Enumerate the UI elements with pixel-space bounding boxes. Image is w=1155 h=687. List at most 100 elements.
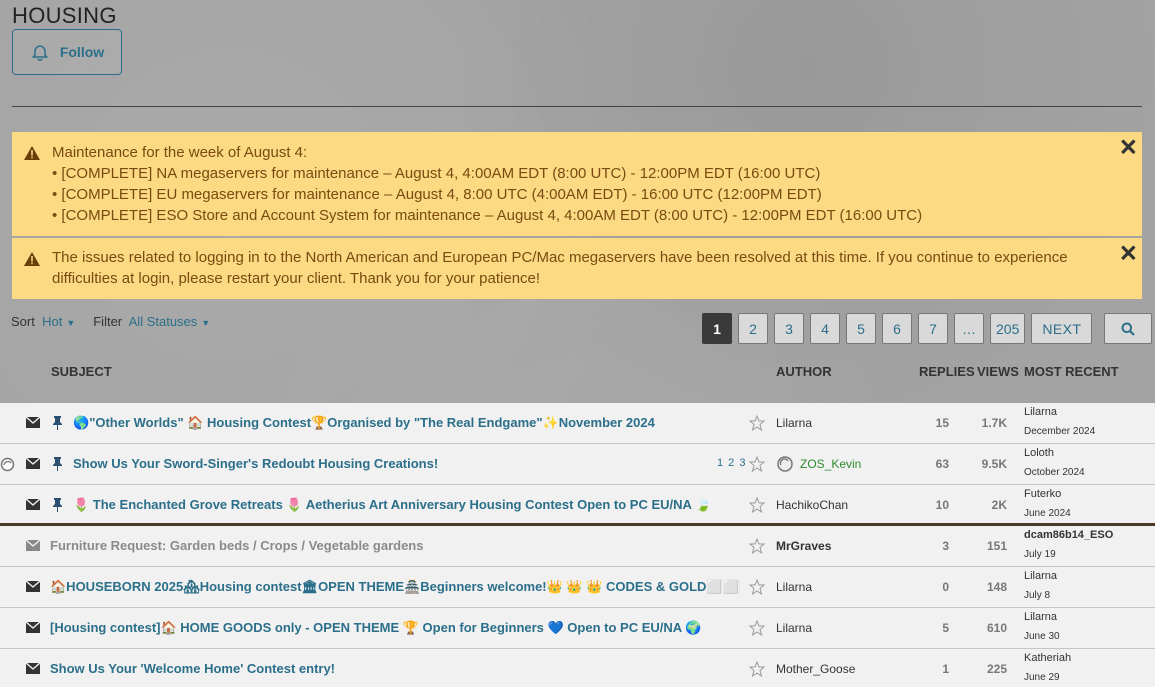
- star-icon[interactable]: [749, 538, 765, 554]
- close-icon[interactable]: 🗙: [1121, 136, 1136, 157]
- reply-count: 10: [935, 498, 949, 512]
- col-author[interactable]: AUTHOR: [776, 364, 832, 379]
- view-count: 148: [986, 580, 1007, 594]
- thread-author[interactable]: MrGraves: [776, 539, 831, 553]
- page-link[interactable]: 4: [810, 313, 840, 344]
- thread-title[interactable]: 🌷 The Enchanted Grove Retreats 🌷 Aetheri…: [73, 497, 711, 513]
- search-button[interactable]: [1104, 313, 1153, 344]
- recent-date[interactable]: June 2024: [1024, 508, 1071, 519]
- thread-title[interactable]: Furniture Request: Garden beds / Crops /…: [50, 538, 423, 553]
- sort-control[interactable]: Sort Hot ▼: [11, 314, 75, 329]
- pin-icon: [53, 416, 62, 430]
- filter-label: Filter: [93, 314, 123, 329]
- envelope-icon: [26, 417, 40, 428]
- page-link[interactable]: 5: [846, 313, 876, 344]
- recent-user[interactable]: Lilarna: [1024, 611, 1057, 623]
- avatar: [777, 456, 793, 472]
- pin-icon: [53, 498, 62, 512]
- sort-label: Sort: [11, 314, 35, 329]
- sort-value[interactable]: Hot: [42, 314, 62, 329]
- thread-author[interactable]: HachikoChan: [776, 498, 848, 512]
- maintenance-alert: Maintenance for the week of August 4: • …: [12, 132, 1142, 236]
- page-link[interactable]: 1: [702, 313, 732, 344]
- thread-author[interactable]: Lilarna: [776, 621, 812, 635]
- view-count: 225: [986, 662, 1007, 676]
- table-row[interactable]: 🌷 The Enchanted Grove Retreats 🌷 Aetheri…: [0, 485, 1155, 526]
- thread-title[interactable]: Show Us Your Sword-Singer's Redoubt Hous…: [73, 456, 438, 471]
- reply-count: 1: [942, 662, 949, 676]
- warning-icon: [24, 146, 40, 160]
- loading-icon: [0, 457, 15, 472]
- page-link[interactable]: 6: [882, 313, 912, 344]
- caret-down-icon: ▼: [66, 318, 76, 328]
- page-link[interactable]: 3: [774, 313, 804, 344]
- recent-user[interactable]: Katheriah: [1024, 652, 1071, 664]
- col-most-recent[interactable]: MOST RECENT: [1024, 364, 1119, 379]
- thread-title[interactable]: 🌎"Other Worlds" 🏠 Housing Contest🏆Organi…: [73, 415, 655, 431]
- table-header: SUBJECT AUTHOR REPLIES VIEWS MOST RECENT: [0, 364, 1155, 384]
- recent-user[interactable]: Futerko: [1024, 488, 1061, 500]
- pin-icon: [53, 457, 62, 471]
- filter-control[interactable]: Filter All Statuses ▼: [93, 314, 210, 329]
- col-views[interactable]: VIEWS: [977, 364, 1019, 379]
- star-icon[interactable]: [749, 620, 765, 636]
- recent-user[interactable]: Loloth: [1024, 447, 1054, 459]
- col-replies[interactable]: REPLIES: [919, 364, 975, 379]
- reply-count: 15: [935, 416, 949, 430]
- thread-author[interactable]: ZOS_Kevin: [800, 457, 861, 471]
- star-icon[interactable]: [749, 579, 765, 595]
- recent-date[interactable]: June 30: [1024, 631, 1060, 642]
- reply-count: 3: [942, 539, 949, 553]
- thread-author[interactable]: Lilarna: [776, 580, 812, 594]
- table-row[interactable]: [Housing contest]🏠 HOME GOODS only - OPE…: [0, 608, 1155, 649]
- thread-title[interactable]: Show Us Your 'Welcome Home' Contest entr…: [50, 661, 335, 676]
- recent-user[interactable]: Lilarna: [1024, 570, 1057, 582]
- page-link[interactable]: 205: [990, 313, 1026, 344]
- reply-count: 63: [935, 457, 949, 471]
- star-icon[interactable]: [749, 497, 765, 513]
- follow-label: Follow: [59, 44, 105, 60]
- col-subject[interactable]: SUBJECT: [51, 364, 112, 379]
- view-count: 151: [986, 539, 1007, 553]
- page-ellipsis[interactable]: …: [954, 313, 984, 344]
- star-icon[interactable]: [749, 415, 765, 431]
- recent-date[interactable]: June 29: [1024, 672, 1060, 683]
- thread-title[interactable]: 🏠HOUSEBORN 2025🏘Housing contest🏛OPEN THE…: [50, 579, 740, 595]
- thread-author[interactable]: Lilarna: [776, 416, 812, 430]
- recent-date[interactable]: July 19: [1024, 549, 1056, 560]
- envelope-icon: [26, 499, 40, 510]
- alert-text: Maintenance for the week of August 4: • …: [52, 142, 1102, 226]
- recent-user[interactable]: Lilarna: [1024, 406, 1057, 418]
- search-icon: [1121, 322, 1136, 336]
- table-row[interactable]: Show Us Your Sword-Singer's Redoubt Hous…: [0, 444, 1155, 485]
- star-icon[interactable]: [749, 661, 765, 677]
- thread-title-text: "Other Worlds" 🏠 Housing Contest🏆Organis…: [89, 415, 655, 430]
- thread-page-links[interactable]: 1 2 3: [717, 457, 746, 469]
- pagination: 1 2 3 4 5 6 7 … 205 NEXT: [702, 313, 1153, 344]
- thread-author[interactable]: Mother_Goose: [776, 662, 855, 676]
- recent-date[interactable]: July 8: [1024, 590, 1050, 601]
- follow-button[interactable]: Follow: [12, 29, 122, 75]
- recent-date[interactable]: October 2024: [1024, 467, 1085, 478]
- reply-count: 0: [942, 580, 949, 594]
- table-row[interactable]: 🌎"Other Worlds" 🏠 Housing Contest🏆Organi…: [0, 403, 1155, 444]
- table-row[interactable]: 🏠HOUSEBORN 2025🏘Housing contest🏛OPEN THE…: [0, 567, 1155, 608]
- thread-title[interactable]: [Housing contest]🏠 HOME GOODS only - OPE…: [50, 620, 701, 636]
- table-row[interactable]: Show Us Your 'Welcome Home' Contest entr…: [0, 649, 1155, 687]
- table-row[interactable]: Furniture Request: Garden beds / Crops /…: [0, 526, 1155, 567]
- page-link[interactable]: 2: [738, 313, 768, 344]
- page-link[interactable]: 7: [918, 313, 948, 344]
- star-icon[interactable]: [749, 456, 765, 472]
- envelope-icon: [26, 540, 40, 551]
- recent-user[interactable]: dcam86b14_ESO: [1024, 529, 1113, 541]
- recent-date[interactable]: December 2024: [1024, 426, 1095, 437]
- filter-value[interactable]: All Statuses: [129, 314, 198, 329]
- close-icon[interactable]: 🗙: [1121, 242, 1136, 263]
- view-count: 2K: [991, 498, 1007, 512]
- warning-icon: [24, 252, 40, 266]
- login-alert: The issues related to logging in to the …: [12, 238, 1142, 299]
- thread-list: 🌎"Other Worlds" 🏠 Housing Contest🏆Organi…: [0, 403, 1155, 687]
- alert-line: • [COMPLETE] EU megaservers for maintena…: [52, 186, 822, 203]
- envelope-icon: [26, 581, 40, 592]
- next-button[interactable]: NEXT: [1031, 313, 1093, 344]
